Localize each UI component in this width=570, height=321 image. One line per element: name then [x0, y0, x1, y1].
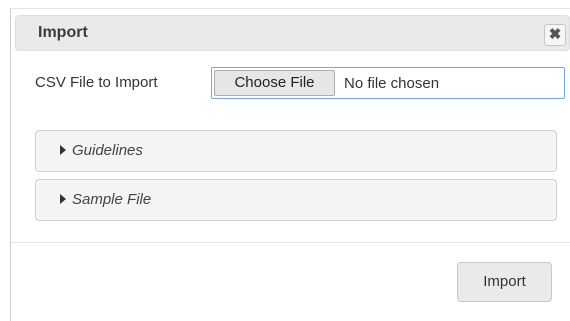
close-button[interactable]: ✖ [544, 24, 566, 46]
close-icon: ✖ [548, 26, 562, 43]
caret-right-icon [60, 194, 66, 204]
guidelines-label: Guidelines [72, 142, 143, 159]
dialog-title: Import [38, 24, 88, 41]
choose-file-button[interactable]: Choose File [214, 70, 335, 96]
import-dialog: Import ✖ CSV File to Import Choose File … [10, 8, 570, 321]
sample-file-section-header[interactable]: Sample File [35, 179, 557, 221]
footer-divider [11, 242, 570, 243]
file-status-text: No file chosen [344, 75, 440, 92]
sample-file-label: Sample File [72, 191, 152, 208]
guidelines-section-header[interactable]: Guidelines [35, 130, 557, 172]
import-button[interactable]: Import [457, 262, 552, 302]
csv-file-label: CSV File to Import [35, 74, 158, 91]
dialog-titlebar: Import ✖ [15, 15, 570, 51]
caret-right-icon [60, 145, 66, 155]
csv-file-input[interactable]: Choose File No file chosen [211, 67, 565, 99]
